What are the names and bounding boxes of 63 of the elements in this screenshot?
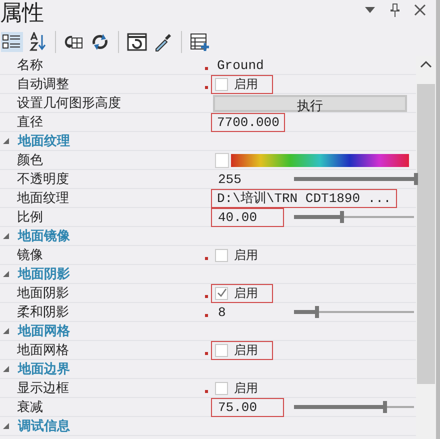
property-label: 镜像 bbox=[16, 247, 44, 264]
checkbox-label[interactable]: 启用 bbox=[234, 248, 258, 262]
slider-thumb[interactable] bbox=[383, 401, 387, 413]
sort-az-icon[interactable] bbox=[29, 32, 47, 52]
eyedropper-icon[interactable] bbox=[153, 32, 173, 52]
scroll-up-icon[interactable] bbox=[420, 60, 432, 68]
slider-value[interactable]: 255 bbox=[218, 172, 242, 186]
property-label: 衰减 bbox=[16, 399, 44, 416]
property-label: 设置几何图形高度 bbox=[16, 95, 122, 112]
refresh-icon[interactable] bbox=[90, 32, 110, 52]
execute-button[interactable]: 执行 bbox=[213, 94, 407, 112]
slider-value[interactable]: 40.00 bbox=[218, 210, 258, 224]
checkbox-label[interactable]: 启用 bbox=[234, 344, 258, 356]
category-label: 地面阴影 bbox=[18, 266, 70, 283]
checkbox[interactable] bbox=[215, 78, 228, 90]
add-table-icon[interactable] bbox=[190, 32, 210, 52]
slider-thumb[interactable] bbox=[340, 211, 344, 223]
property-label: 比例 bbox=[16, 209, 44, 226]
checkbox-label[interactable]: 启用 bbox=[234, 78, 258, 90]
pin-icon[interactable] bbox=[390, 3, 400, 17]
property-label: 地面阴影 bbox=[16, 285, 70, 302]
slider[interactable] bbox=[292, 401, 416, 413]
property-label: 地面网格 bbox=[16, 342, 70, 359]
close-icon[interactable] bbox=[414, 4, 426, 16]
reset-icon[interactable] bbox=[127, 32, 147, 52]
slider[interactable] bbox=[292, 173, 416, 185]
property-label: 颜色 bbox=[16, 152, 44, 169]
expand-triangle-icon[interactable] bbox=[2, 327, 10, 335]
property-label: 不透明度 bbox=[16, 171, 70, 188]
checkbox-label[interactable]: 启用 bbox=[234, 286, 258, 300]
panel-title: 属性 bbox=[0, 0, 44, 28]
slider[interactable] bbox=[292, 306, 416, 318]
checkbox[interactable] bbox=[215, 286, 228, 300]
expand-triangle-icon[interactable] bbox=[2, 270, 10, 278]
slider-thumb[interactable] bbox=[314, 306, 319, 318]
category-label: 地面纹理 bbox=[18, 133, 70, 150]
slider-value[interactable]: 8 bbox=[218, 306, 226, 318]
property-label: 显示边框 bbox=[16, 380, 70, 397]
category-label: 调试信息 bbox=[18, 418, 70, 435]
property-label: 地面纹理 bbox=[16, 190, 70, 207]
checkbox[interactable] bbox=[215, 344, 228, 356]
property-label: 名称 bbox=[16, 57, 44, 74]
category-label: 地面网格 bbox=[18, 323, 70, 340]
property-label: 自动调整 bbox=[16, 76, 70, 93]
property-value[interactable]: Ground bbox=[217, 58, 264, 72]
property-value[interactable]: 7700.000 bbox=[217, 114, 280, 130]
scrollbar-thumb[interactable] bbox=[417, 84, 435, 384]
slider-value[interactable]: 75.00 bbox=[218, 400, 258, 414]
expand-triangle-icon[interactable] bbox=[2, 137, 10, 145]
property-label: 柔和阴影 bbox=[16, 304, 70, 321]
expand-triangle-icon[interactable] bbox=[2, 232, 10, 240]
checkbox[interactable] bbox=[215, 382, 228, 394]
property-label: 直径 bbox=[16, 114, 44, 131]
slider[interactable] bbox=[292, 211, 416, 223]
expand-triangle-icon[interactable] bbox=[2, 422, 10, 430]
expand-triangle-icon[interactable] bbox=[2, 365, 10, 373]
category-label: 地面镜像 bbox=[18, 228, 70, 245]
categorized-icon[interactable] bbox=[1, 32, 23, 52]
checkbox-label[interactable]: 启用 bbox=[234, 382, 258, 394]
checkbox[interactable] bbox=[215, 248, 228, 262]
dropdown-icon[interactable] bbox=[364, 6, 376, 14]
slider-thumb[interactable] bbox=[414, 173, 418, 185]
category-label: 地面边界 bbox=[18, 361, 70, 378]
